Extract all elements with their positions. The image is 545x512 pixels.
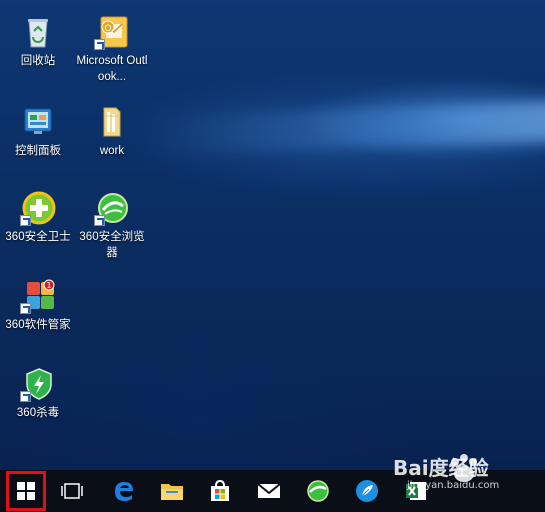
360-antivirus-icon <box>20 366 56 402</box>
svg-text:1: 1 <box>46 281 51 290</box>
watermark-url: jingyan.baidu.com <box>407 480 500 491</box>
edge-button[interactable] <box>100 470 148 512</box>
desktop-icon-label: Microsoft Outlook... <box>76 55 148 83</box>
desktop-icon-outlook[interactable]: O Microsoft Outlook... <box>74 14 150 85</box>
desktop-icon-label: 360杀毒 <box>16 407 60 419</box>
shortcut-arrow-icon <box>20 391 31 402</box>
baidu-watermark: Bai度经验 jingyan.baidu.com <box>393 450 543 500</box>
360-safeguard-icon <box>20 190 56 226</box>
mail-button[interactable] <box>245 470 293 512</box>
watermark-brand: Bai度经验 <box>393 456 489 480</box>
start-button[interactable] <box>6 471 46 511</box>
feather-app-button[interactable] <box>343 470 391 512</box>
360-browser-icon <box>94 190 130 226</box>
recycle-bin-icon <box>20 14 56 50</box>
desktop-icon-360-antivirus[interactable]: 360杀毒 <box>0 366 76 421</box>
folder-icon <box>94 104 130 140</box>
outlook-icon: O <box>94 14 130 50</box>
360-software-manager-icon: 1 <box>20 278 56 314</box>
shortcut-arrow-icon <box>20 303 31 314</box>
desktop-icon-360-safeguard[interactable]: 360安全卫士 <box>0 190 76 245</box>
shortcut-arrow-icon <box>94 39 105 50</box>
windows-logo-icon <box>17 482 35 500</box>
file-explorer-button[interactable] <box>148 470 196 512</box>
360-browser-button[interactable] <box>294 470 342 512</box>
desktop-icon-label: 控制面板 <box>15 145 61 157</box>
svg-text:O: O <box>104 24 111 34</box>
store-button[interactable] <box>196 470 244 512</box>
desktop-icon-label: 360安全浏览器 <box>79 231 145 259</box>
desktop: 回收站 O Microsoft Outlook... 控制面板 work 360… <box>0 0 545 470</box>
desktop-icon-recycle-bin[interactable]: 回收站 <box>0 14 76 69</box>
desktop-icon-label: 360安全卫士 <box>5 231 71 243</box>
desktop-icon-work-folder[interactable]: work <box>74 104 150 159</box>
desktop-icon-control-panel[interactable]: 控制面板 <box>0 104 76 159</box>
edge-icon <box>115 482 133 501</box>
task-view-icon <box>61 483 83 499</box>
desktop-icon-label: 回收站 <box>20 55 56 67</box>
360-browser-icon <box>307 480 329 502</box>
desktop-icon-label: work <box>99 145 125 157</box>
desktop-icon-360-browser[interactable]: 360安全浏览器 <box>74 190 150 261</box>
control-panel-icon <box>20 104 56 140</box>
folder-icon <box>161 484 183 500</box>
desktop-icon-label: 360软件管家 <box>5 319 71 331</box>
feather-icon <box>356 480 378 502</box>
shortcut-arrow-icon <box>20 215 31 226</box>
mail-icon <box>257 483 281 498</box>
wallpaper-light-beam <box>150 100 545 156</box>
desktop-icon-360-software-manager[interactable]: 1 360软件管家 <box>0 278 76 333</box>
shortcut-arrow-icon <box>94 215 105 226</box>
task-view-button[interactable] <box>48 470 96 512</box>
store-icon <box>211 479 229 501</box>
